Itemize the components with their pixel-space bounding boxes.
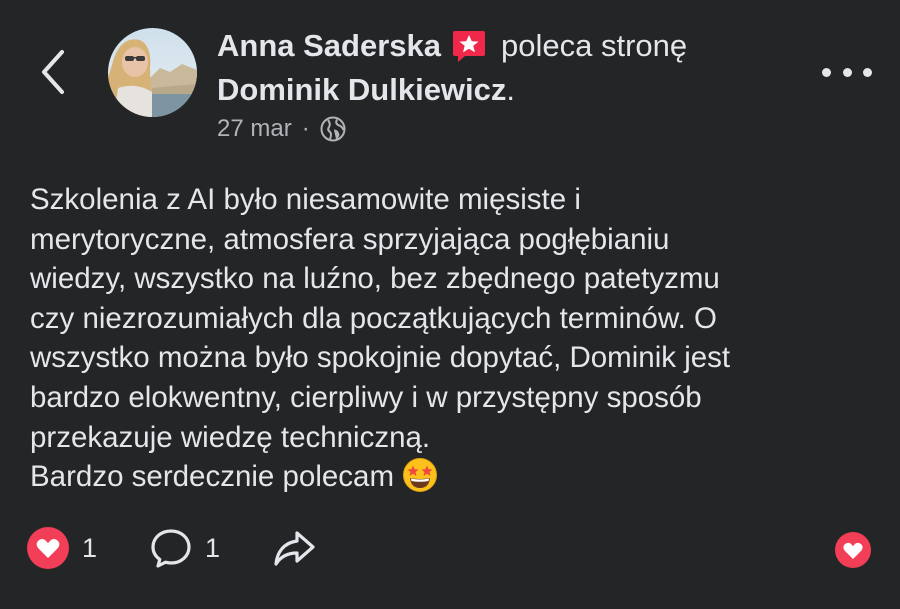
meta-separator: · [301,115,310,142]
avatar-photo [108,28,197,117]
page-name-link[interactable]: Dominik Dulkiewicz [217,72,506,108]
love-reaction-icon[interactable] [26,526,70,570]
chevron-left-icon [42,50,64,94]
post-text-line: czy niezrozumiałych dla początkujących t… [30,301,717,335]
share-icon[interactable] [272,526,316,570]
post-text-line: bardzo elokwentny, cierpliwy i w przystę… [30,380,702,414]
post-text-line: przekazuje wiedzę techniczną. [30,420,431,454]
author-name[interactable]: Anna Saderska [217,28,441,64]
more-options-button[interactable] [822,56,872,88]
recommend-badge-icon [453,31,485,62]
back-button[interactable] [38,48,70,96]
action-text: poleca stronę [501,28,688,63]
post-text-line: wiedzy, wszystko na luźno, bez zbędnego … [30,262,720,296]
post-text: Szkolenia z AI było niesamowite mięsiste… [30,180,880,497]
post-text-line: merytoryczne, atmosfera sprzyjająca pogł… [30,222,670,256]
post-text-line: Szkolenia z AI było niesamowite mięsiste… [30,183,581,216]
comment-count[interactable]: 1 [205,533,220,564]
post-date[interactable]: 27 mar [217,115,292,143]
avatar[interactable] [108,28,197,117]
more-dot [863,67,872,77]
love-icon[interactable] [834,531,872,569]
post-text-last-line: Bardzo serdecznie polecam [30,457,880,497]
reaction-count[interactable]: 1 [82,533,97,564]
post-text-closing: Bardzo serdecznie polecam [30,460,395,494]
more-dot [842,67,852,77]
star-struck-emoji [403,458,438,493]
more-dot [822,67,831,77]
page-name-suffix: . [506,72,516,107]
globe-icon[interactable] [320,116,346,142]
post-text-line: wszystko można było spokojnie dopytać, D… [30,341,731,375]
comment-icon[interactable] [149,526,193,570]
